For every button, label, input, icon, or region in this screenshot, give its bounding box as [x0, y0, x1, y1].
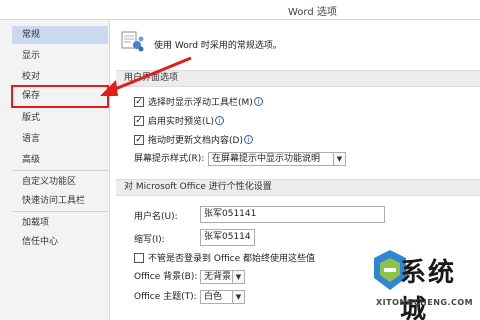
sidebar-item-language[interactable]: 语言	[12, 130, 108, 148]
sidebar-item-general[interactable]: 常规	[12, 26, 108, 44]
sidebar-item-layout[interactable]: 版式	[12, 109, 108, 127]
office-background-value: 无背景	[204, 272, 232, 282]
tooltip-style-value: 在屏幕提示中显示功能说明	[212, 154, 321, 164]
general-options-icon	[121, 31, 144, 52]
watermark-text: 系统城	[400, 258, 457, 320]
watermark: 系统城 XITONGCHENG.COM	[370, 248, 480, 320]
option-update-while-dragging-label: 拖动时更新文档内容(D)	[148, 136, 243, 146]
office-theme-label: Office 主题(T):	[134, 292, 197, 302]
title-bar: Word 选项	[0, 0, 480, 20]
info-icon: i	[243, 135, 253, 144]
option-always-use-values[interactable]: 不管是否登录到 Office 都始终使用这些值	[134, 252, 315, 267]
option-update-while-dragging[interactable]: ✓ 拖动时更新文档内容(D) i	[134, 134, 253, 149]
sidebar-item-trust-center[interactable]: 信任中心	[12, 233, 108, 251]
window-title: Word 选项	[288, 7, 337, 18]
sidebar-item-customize-ribbon[interactable]: 自定义功能区	[12, 173, 108, 191]
checkbox-checked-icon[interactable]: ✓	[134, 134, 144, 145]
info-icon: i	[253, 97, 263, 106]
option-live-preview[interactable]: ✓ 启用实时预览(L) i	[134, 115, 225, 130]
checkbox-checked-icon[interactable]: ✓	[134, 115, 144, 126]
tooltip-style-label: 屏幕提示样式(R):	[134, 154, 205, 164]
office-theme-value: 白色	[204, 292, 223, 302]
sidebar-divider	[12, 211, 108, 212]
watermark-url: XITONGCHENG.COM	[376, 298, 474, 307]
sidebar-item-advanced[interactable]: 高级	[12, 151, 108, 169]
office-background-select[interactable]: 无背景 ▼	[200, 270, 245, 284]
initials-label: 缩写(I):	[134, 235, 165, 245]
sidebar-item-proofing[interactable]: 校对	[12, 68, 108, 86]
sidebar-item-add-ins[interactable]: 加载项	[12, 214, 108, 232]
username-label: 用户名(U):	[134, 212, 178, 222]
sidebar-item-display[interactable]: 显示	[12, 47, 108, 65]
sidebar-item-save[interactable]: 保存	[11, 85, 109, 108]
info-icon: i	[215, 116, 225, 125]
checkbox-unchecked-icon[interactable]	[134, 252, 144, 263]
chevron-down-icon: ▼	[232, 271, 244, 283]
chevron-down-icon: ▼	[333, 153, 345, 165]
sidebar: 常规 显示 校对 保存 版式 语言 高级 自定义功能区 快速访问工具栏 加载项 …	[0, 20, 110, 320]
sidebar-item-quick-access-toolbar[interactable]: 快速访问工具栏	[12, 192, 108, 210]
username-input[interactable]: 张军051141	[200, 206, 385, 223]
section-personalize: 对 Microsoft Office 进行个性化设置	[116, 179, 480, 196]
initials-input[interactable]: 张军05114	[200, 229, 255, 246]
chevron-down-icon: ▼	[232, 291, 244, 303]
header-description: 使用 Word 时采用的常规选项。	[154, 41, 282, 51]
option-live-preview-label: 启用实时预览(L)	[148, 117, 215, 127]
office-theme-select[interactable]: 白色 ▼	[200, 290, 245, 304]
office-background-label: Office 背景(B):	[134, 272, 198, 282]
red-arrow-annotation	[100, 56, 192, 96]
option-always-use-values-label: 不管是否登录到 Office 都始终使用这些值	[148, 254, 315, 264]
sidebar-divider	[12, 170, 108, 171]
tooltip-style-select[interactable]: 在屏幕提示中显示功能说明 ▼	[208, 152, 346, 166]
